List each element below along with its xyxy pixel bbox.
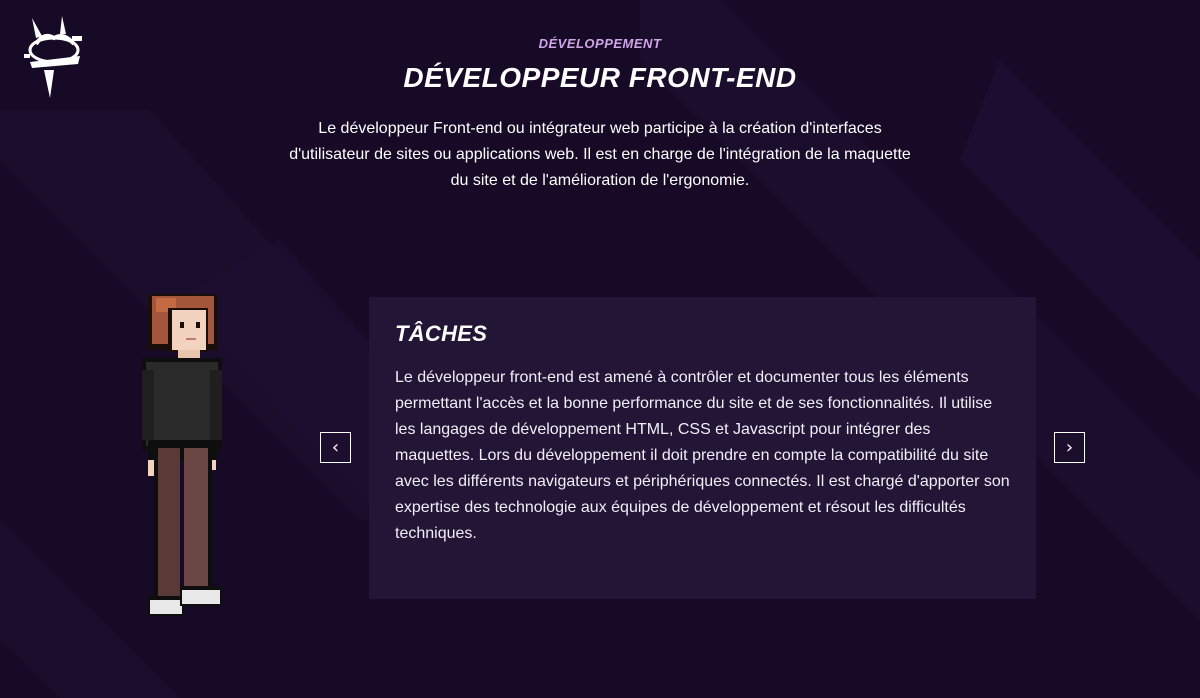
- card-title: TÂCHES: [395, 321, 488, 346]
- page-title: DÉVELOPPEUR FRONT-END: [403, 62, 797, 93]
- page-intro: Le développeur Front-end ou intégrateur …: [289, 120, 911, 189]
- card-text: Le développeur front-end est amené à con…: [395, 369, 1010, 542]
- logo-graphic: [24, 16, 82, 98]
- tasks-card: TÂCHES Le développeur front-end est amen…: [369, 297, 1036, 599]
- previous-slide-button[interactable]: ‹: [320, 432, 351, 463]
- next-slide-button[interactable]: ›: [1054, 432, 1085, 463]
- chevron-left-icon: ‹: [331, 437, 340, 458]
- page-category: DÉVELOPPEMENT: [538, 36, 662, 51]
- pixel-character-illustration: [134, 290, 234, 640]
- chevron-right-icon: ›: [1065, 437, 1074, 458]
- site-logo[interactable]: [22, 14, 88, 100]
